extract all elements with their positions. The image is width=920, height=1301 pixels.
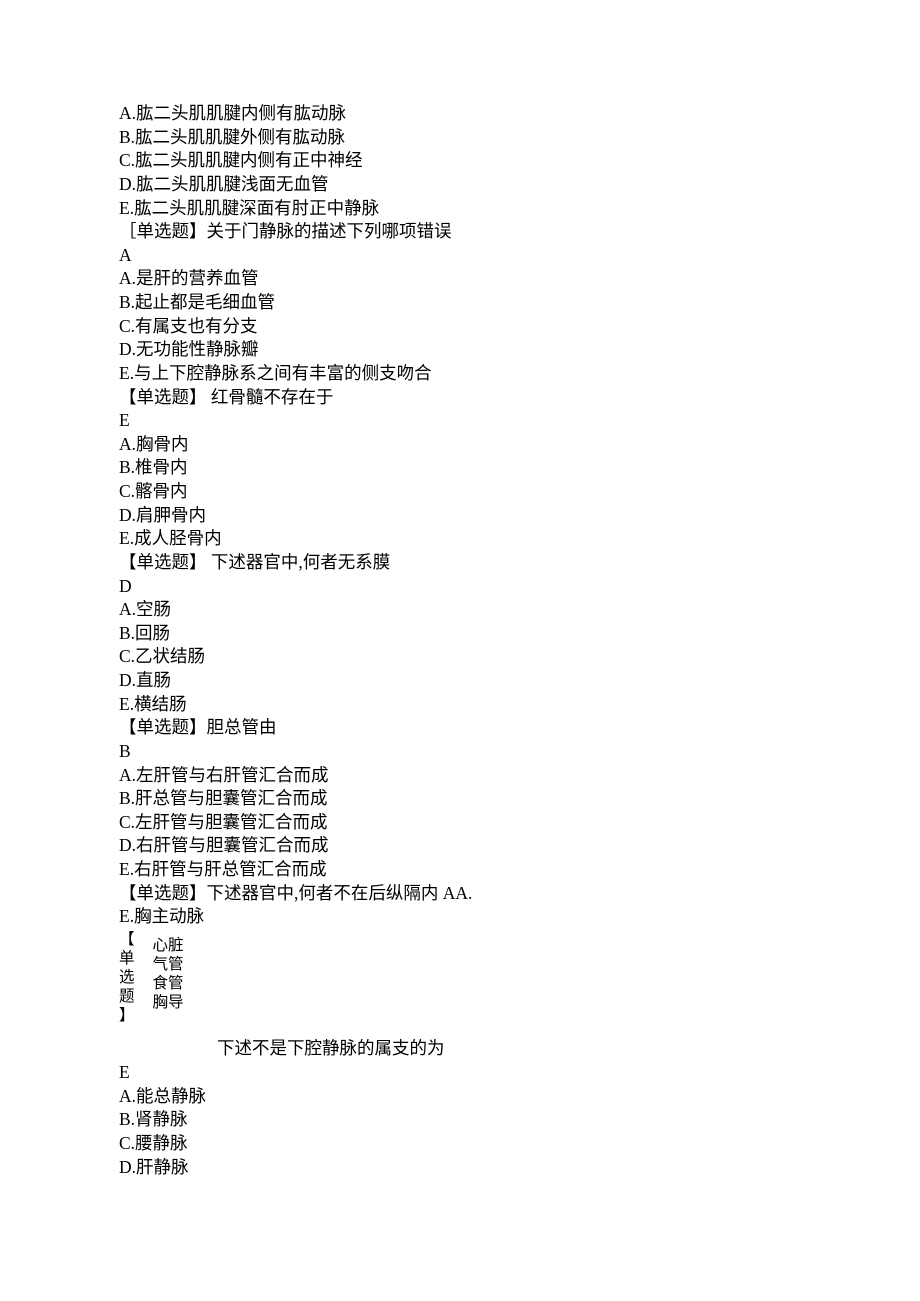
q6-left-4: 题 [119,988,135,1007]
q4-option-b: B.回肠 [119,622,920,646]
q6-option-e: E.胸主动脉 [119,905,920,929]
q5-option-c: C.左肝管与胆囊管汇合而成 [119,811,920,835]
q4-option-d: D.直肠 [119,669,920,693]
q6-left-3: 选 [119,969,135,988]
q5-option-d: D.右肝管与胆囊管汇合而成 [119,834,920,858]
q4-option-e: E.横结肠 [119,693,920,717]
q6-left-1: 【 [119,931,135,950]
q6-right-1: 心脏 [153,937,184,956]
q3-option-a: A.胸骨内 [119,433,920,457]
q3-option-e: E.成人胫骨内 [119,527,920,551]
q7-option-d: D.肝静脉 [119,1156,920,1180]
q6-right-3: 食管 [153,975,184,994]
q7-option-b: B.肾静脉 [119,1108,920,1132]
q5-option-a: A.左肝管与右肝管汇合而成 [119,764,920,788]
q2-option-e: E.与上下腔静脉系之间有丰富的侧支吻合 [119,362,920,386]
q2-option-b: B.起止都是毛细血管 [119,291,920,315]
q3-option-c: C.髂骨内 [119,480,920,504]
q4-option-a: A.空肠 [119,598,920,622]
q6-title: 【单选题】下述器官中,何者不在后纵隔内 AA. [119,882,920,906]
q1-option-b: B.肱二头肌肌腱外侧有肱动脉 [119,126,920,150]
q7-title: 下述不是下腔静脉的属支的为 [217,1037,920,1061]
q1-option-d: D.肱二头肌肌腱浅面无血管 [119,173,920,197]
q1-option-c: C.肱二头肌肌腱内侧有正中神经 [119,149,920,173]
q5-option-e: E.右肝管与肝总管汇合而成 [119,858,920,882]
q5-title: 【单选题】胆总管由 [119,716,920,740]
q2-option-c: C.有属支也有分支 [119,315,920,339]
q6-left-2: 单 [119,950,135,969]
q4-answer: D [119,575,920,599]
q6-right-2: 气管 [153,956,184,975]
q2-option-a: A.是肝的营养血管 [119,267,920,291]
q5-answer: B [119,740,920,764]
q2-option-d: D.无功能性静脉瓣 [119,338,920,362]
q2-title: ［单选题】关于门静脉的描述下列哪项错误 [119,220,920,244]
q3-option-d: D.肩胛骨内 [119,504,920,528]
q6-right-col: 心脏 气管 食管 胸导 [153,931,184,1026]
q6-left-col: 【 单 选 题 】 [119,931,135,1026]
q3-answer: E [119,409,920,433]
q6-right-4: 胸导 [153,994,184,1013]
q4-option-c: C.乙状结肠 [119,645,920,669]
q3-option-b: B.椎骨内 [119,456,920,480]
q6-left-5: 】 [119,1007,135,1026]
q1-option-e: E.肱二头肌肌腱深面有肘正中静脉 [119,197,920,221]
q2-answer: A [119,244,920,268]
q7-option-a: A.能总静脉 [119,1085,920,1109]
q4-title: 【单选题】 下述器官中,何者无系膜 [119,551,920,575]
q7-answer: E [119,1061,920,1085]
q7-option-c: C.腰静脉 [119,1132,920,1156]
q6-mixed-block: 【 单 选 题 】 心脏 气管 食管 胸导 [119,931,920,1026]
q3-title: 【单选题】 红骨髓不存在于 [119,386,920,410]
q5-option-b: B.肝总管与胆囊管汇合而成 [119,787,920,811]
q1-option-a: A.肱二头肌肌腱内侧有肱动脉 [119,102,920,126]
